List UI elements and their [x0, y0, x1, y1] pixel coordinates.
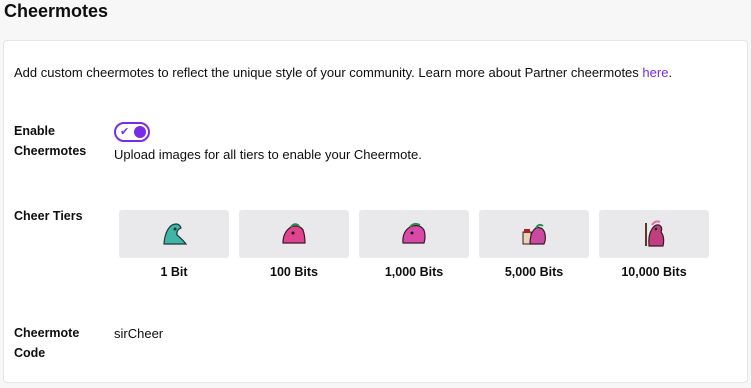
tier-10000-bits[interactable]: 10,000 Bits [599, 210, 709, 280]
cheer-emote-icon [282, 223, 306, 244]
cheer-emote-icon [402, 222, 426, 244]
tier-1000-bits[interactable]: 1,000 Bits [359, 210, 469, 280]
page-title: Cheermotes [4, 1, 109, 21]
tier-image-slot[interactable] [239, 210, 349, 258]
tier-label: 5,000 Bits [504, 265, 564, 279]
cheermote-code-value: sirCheer [114, 326, 164, 341]
tier-100-bits[interactable]: 100 Bits [239, 210, 349, 280]
cheer-emote-icon [522, 223, 546, 245]
cheer-tiers-label: Cheer Tiers [14, 209, 83, 223]
enable-help-text: Upload images for all tiers to enable yo… [114, 147, 422, 162]
tier-image-slot[interactable] [479, 210, 589, 258]
tier-label: 100 Bits [270, 265, 318, 279]
tier-image-slot[interactable] [359, 210, 469, 258]
tier-image-slot[interactable] [599, 210, 709, 258]
learn-more-link[interactable]: here [642, 65, 668, 80]
tier-label: 1 Bit [160, 265, 188, 279]
tier-1-bit[interactable]: 1 Bit [119, 210, 229, 280]
enable-cheermotes-toggle[interactable]: ✔ [114, 122, 150, 142]
enable-cheermotes-label: Enable Cheermotes [14, 124, 87, 158]
check-icon: ✔ [120, 126, 130, 138]
toggle-knob [134, 126, 146, 138]
tier-image-slot[interactable] [119, 210, 229, 258]
cheer-emote-icon [163, 223, 188, 245]
tier-label: 10,000 Bits [621, 265, 687, 279]
cheer-emote-icon [645, 220, 665, 247]
cheermotes-card: Add custom cheermotes to reflect the uni… [3, 40, 748, 383]
tier-5000-bits[interactable]: 5,000 Bits [479, 210, 589, 280]
cheermote-code-label: Cheermote Code [14, 326, 80, 360]
tier-label: 1,000 Bits [384, 265, 444, 279]
intro-text: Add custom cheermotes to reflect the uni… [14, 65, 673, 80]
